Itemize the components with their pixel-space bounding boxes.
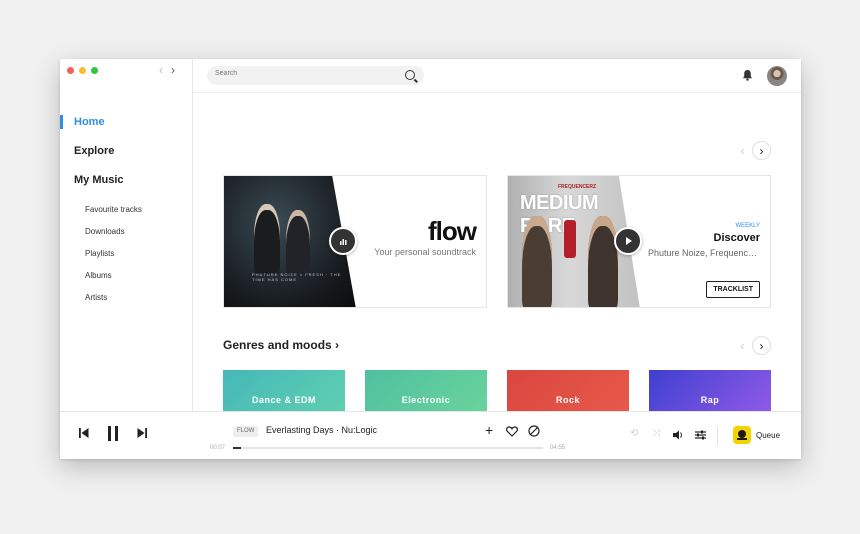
close-window-button[interactable] xyxy=(67,67,74,74)
genres-pager: ‹ › xyxy=(733,336,771,355)
queue-cover-icon[interactable] xyxy=(733,426,751,444)
sidebar-item-explore[interactable]: Explore xyxy=(60,144,193,173)
back-chevron-icon[interactable]: ‹ xyxy=(159,63,163,77)
repeat-icon[interactable]: ⟲ xyxy=(630,428,638,439)
player-divider xyxy=(717,426,718,446)
source-badge: FLOW xyxy=(233,426,259,437)
my-music-subnav: Favourite tracks Downloads Playlists Alb… xyxy=(85,205,142,315)
equalizer-icon xyxy=(340,239,347,245)
tracklist-button[interactable]: TRACKLIST xyxy=(706,281,760,298)
discover-subtitle: Phuture Noize, Frequencerz xyxy=(648,248,760,258)
pause-icon[interactable] xyxy=(107,426,119,441)
forward-chevron-icon[interactable]: › xyxy=(171,63,175,77)
genre-tile-label: Rock xyxy=(555,395,580,405)
progress-bar[interactable] xyxy=(233,447,543,449)
equalizer-settings-icon[interactable] xyxy=(695,430,706,440)
topbar xyxy=(193,59,801,93)
queue-button[interactable]: Queue xyxy=(756,431,780,440)
volume-icon[interactable] xyxy=(673,430,684,440)
featured-pager: ‹ › xyxy=(733,141,771,160)
bell-icon[interactable] xyxy=(742,69,753,81)
flow-artwork-caption: PHUTURE NOIZE × FRESH · THE TIME HAS COM… xyxy=(252,272,342,282)
shuffle-icon[interactable]: ⤨ xyxy=(652,428,660,439)
sidebar-item-my-music[interactable]: My Music xyxy=(60,173,193,202)
maximize-window-button[interactable] xyxy=(91,67,98,74)
play-icon xyxy=(626,237,632,245)
block-icon[interactable] xyxy=(528,425,540,437)
genre-tile-rap[interactable]: Rap xyxy=(649,370,771,411)
previous-track-icon[interactable] xyxy=(79,427,89,439)
genres-next-icon[interactable]: › xyxy=(752,336,771,355)
search-box[interactable] xyxy=(207,66,424,85)
discover-card[interactable]: FREQUENCERZ MEDIUM RARE WEEKLY Discover … xyxy=(507,175,771,308)
flow-play-button[interactable] xyxy=(329,227,357,255)
heart-icon[interactable] xyxy=(506,426,518,437)
discover-artwork-logo: FREQUENCERZ xyxy=(558,184,597,190)
history-nav: ‹ › xyxy=(159,63,175,77)
genre-tile-label: Dance & EDM xyxy=(251,395,316,405)
genre-tile-electronic[interactable]: Electronic xyxy=(365,370,487,411)
discover-tag: WEEKLY xyxy=(735,223,760,229)
duration-time: 04:55 xyxy=(550,445,566,451)
main-nav: Home Explore My Music xyxy=(60,115,193,202)
search-icon[interactable] xyxy=(405,70,415,80)
genres-prev-icon[interactable]: ‹ xyxy=(733,336,752,355)
window-controls xyxy=(67,67,98,74)
sidebar-item-artists[interactable]: Artists xyxy=(85,293,142,315)
genre-tile-dance-edm[interactable]: Dance & EDM xyxy=(223,370,345,411)
search-input[interactable] xyxy=(215,70,395,77)
genres-section-title[interactable]: Genres and moods › xyxy=(223,338,339,352)
genre-tile-label: Rap xyxy=(700,395,720,405)
discover-play-button[interactable] xyxy=(614,227,642,255)
genre-tile-label: Electronic xyxy=(401,395,451,405)
featured-prev-icon[interactable]: ‹ xyxy=(733,141,752,160)
add-icon[interactable]: + xyxy=(485,422,493,438)
avatar[interactable] xyxy=(767,66,787,86)
flow-subtitle: Your personal soundtrack xyxy=(374,247,476,257)
sidebar: ‹ › Home Explore My Music Favourite trac… xyxy=(60,59,193,411)
minimize-window-button[interactable] xyxy=(79,67,86,74)
sidebar-item-downloads[interactable]: Downloads xyxy=(85,227,142,249)
home-content: ‹ › PHUTURE NOIZE × FRESH · THE TIME HAS… xyxy=(193,93,801,411)
flow-title: flow xyxy=(428,216,477,246)
sidebar-item-albums[interactable]: Albums xyxy=(85,271,142,293)
featured-next-icon[interactable]: › xyxy=(752,141,771,160)
sidebar-item-favourite-tracks[interactable]: Favourite tracks xyxy=(85,205,142,227)
app-window: ‹ › Home Explore My Music Favourite trac… xyxy=(60,59,801,459)
elapsed-time: 00:07 xyxy=(210,445,226,451)
genre-tile-rock[interactable]: Rock xyxy=(507,370,629,411)
player-bar: FLOW Everlasting Days · Nu:Logic 00:07 0… xyxy=(60,411,801,459)
progress-fill xyxy=(233,447,241,449)
sidebar-item-playlists[interactable]: Playlists xyxy=(85,249,142,271)
now-playing-track[interactable]: Everlasting Days · Nu:Logic xyxy=(266,425,377,435)
flow-card[interactable]: PHUTURE NOIZE × FRESH · THE TIME HAS COM… xyxy=(223,175,487,308)
sidebar-item-home[interactable]: Home xyxy=(60,115,193,144)
discover-title: Discover xyxy=(713,232,760,244)
next-track-icon[interactable] xyxy=(137,427,147,439)
